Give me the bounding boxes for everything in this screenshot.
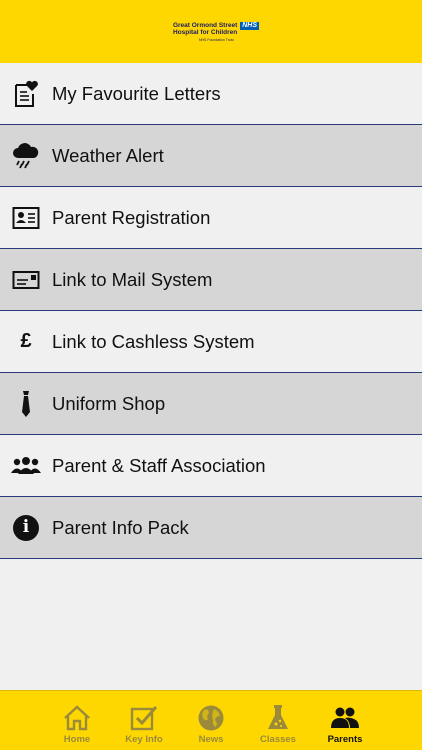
menu-item-parent-registration[interactable]: Parent Registration: [0, 187, 422, 249]
envelope-card-icon: [0, 249, 52, 311]
group-icon: [0, 435, 52, 497]
menu-item-label: Link to Mail System: [52, 268, 213, 290]
logo-line-2: Hospital for Children: [172, 29, 238, 36]
parents-menu-list: My Favourite Letters Weather Alert Paren…: [0, 63, 422, 559]
hospital-logo: Great Ormond Street Hospital for Childre…: [172, 21, 260, 42]
tab-label: Home: [63, 734, 91, 745]
globe-icon: [197, 703, 225, 733]
logo-line-1: Great Ormond Street: [172, 21, 238, 29]
menu-item-label: Uniform Shop: [52, 392, 166, 414]
menu-item-label: Weather Alert: [52, 144, 164, 166]
logo-subtitle: NHS Foundation Trust: [198, 37, 234, 42]
tab-classes[interactable]: Classes: [245, 691, 312, 750]
menu-item-cashless-system[interactable]: £ Link to Cashless System: [0, 311, 422, 373]
menu-item-mail-system[interactable]: Link to Mail System: [0, 249, 422, 311]
tab-parents[interactable]: Parents: [312, 691, 379, 750]
tab-key-info[interactable]: Key Info: [111, 691, 178, 750]
letter-heart-icon: [0, 63, 52, 125]
pound-symbol: £: [20, 330, 32, 352]
parents-icon: [330, 703, 360, 733]
menu-item-label: Link to Cashless System: [52, 330, 255, 352]
menu-item-parent-staff-association[interactable]: Parent & Staff Association: [0, 435, 422, 497]
flask-icon: [266, 703, 290, 733]
menu-item-uniform-shop[interactable]: Uniform Shop: [0, 373, 422, 435]
menu-item-label: My Favourite Letters: [52, 82, 221, 104]
tab-label: Classes: [260, 734, 296, 745]
nhs-badge: NHS: [240, 21, 260, 30]
pound-icon: £: [0, 311, 52, 373]
menu-item-label: Parent & Staff Association: [52, 454, 266, 476]
tab-news[interactable]: News: [178, 691, 245, 750]
menu-item-label: Parent Registration: [52, 206, 211, 228]
menu-item-parent-info-pack[interactable]: i Parent Info Pack: [0, 497, 422, 559]
tie-icon: [0, 373, 52, 435]
tab-label: News: [198, 734, 224, 745]
menu-item-favourite-letters[interactable]: My Favourite Letters: [0, 63, 422, 125]
info-symbol: i: [22, 517, 30, 537]
tab-home[interactable]: Home: [44, 691, 111, 750]
menu-item-label: Parent Info Pack: [52, 516, 189, 538]
bottom-tab-bar: Home Key Info News Classes Parents: [0, 690, 422, 750]
info-icon: i: [0, 497, 52, 559]
app-header: Great Ormond Street Hospital for Childre…: [0, 0, 422, 63]
home-icon: [63, 703, 91, 733]
checkbox-icon: [130, 703, 158, 733]
id-card-icon: [0, 187, 52, 249]
tab-label: Key Info: [125, 734, 163, 745]
rain-cloud-icon: [0, 125, 52, 187]
menu-item-weather-alert[interactable]: Weather Alert: [0, 125, 422, 187]
tab-label: Parents: [327, 734, 363, 745]
